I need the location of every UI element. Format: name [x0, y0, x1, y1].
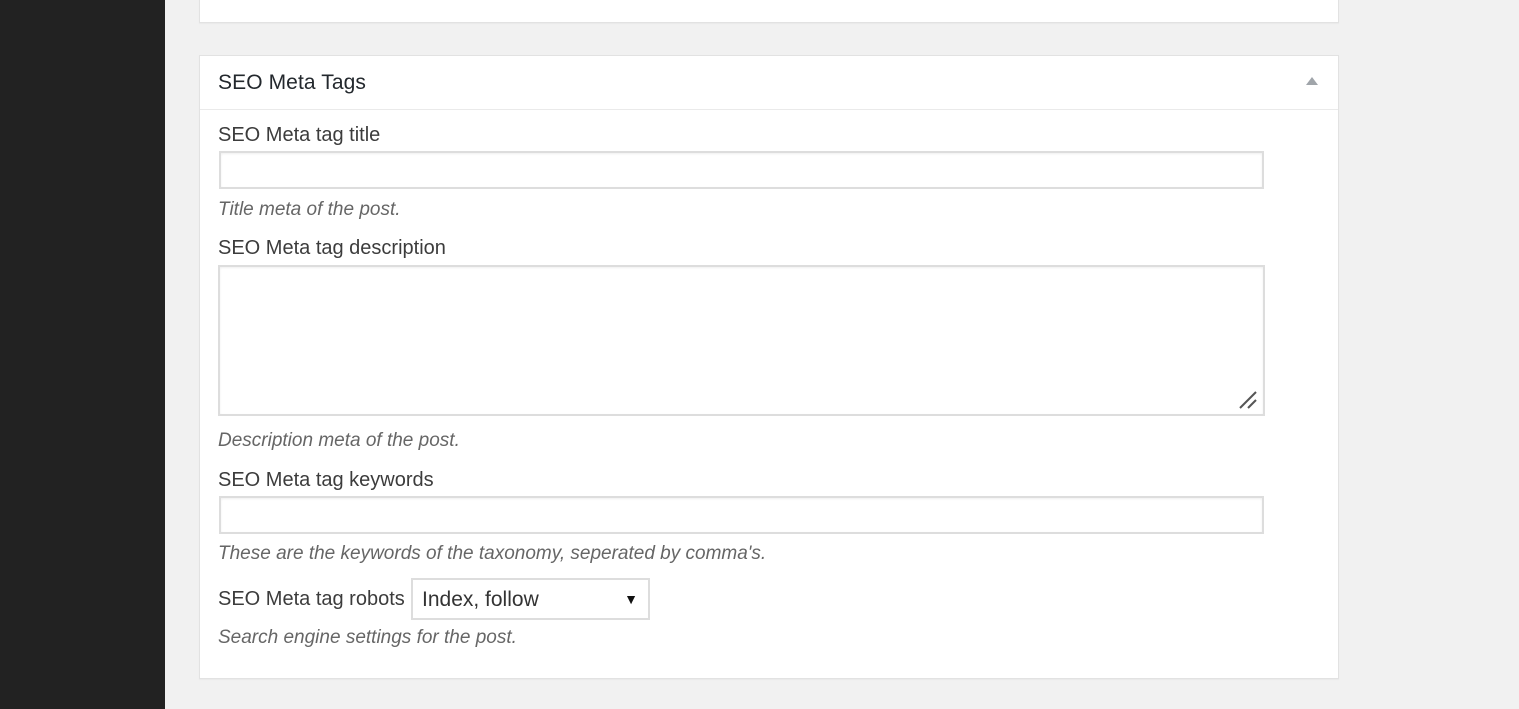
meta-robots-selected-value: Index, follow [422, 588, 539, 611]
metabox-header[interactable]: SEO Meta Tags [200, 56, 1338, 110]
seo-meta-tags-metabox: SEO Meta Tags SEO Meta tag title Title m… [199, 55, 1339, 679]
meta-keywords-label: SEO Meta tag keywords [218, 469, 434, 491]
meta-robots-select[interactable]: Index, follow ▼ [411, 578, 650, 620]
collapse-toggle-icon[interactable] [1306, 77, 1318, 85]
meta-description-help: Description meta of the post. [218, 430, 460, 451]
previous-metabox [199, 0, 1339, 23]
meta-title-input[interactable] [219, 151, 1264, 189]
meta-description-textarea[interactable] [218, 265, 1265, 416]
meta-keywords-help: These are the keywords of the taxonomy, … [218, 543, 767, 564]
meta-title-help: Title meta of the post. [218, 199, 401, 220]
meta-description-label: SEO Meta tag description [218, 237, 446, 259]
resize-handle-icon[interactable] [1237, 389, 1259, 411]
dropdown-arrow-icon: ▼ [624, 591, 638, 607]
metabox-title: SEO Meta Tags [218, 71, 366, 94]
admin-sidebar [0, 0, 165, 709]
meta-robots-help: Search engine settings for the post. [218, 627, 517, 648]
meta-title-label: SEO Meta tag title [218, 124, 381, 146]
meta-keywords-input[interactable] [219, 496, 1264, 534]
meta-robots-label: SEO Meta tag robots [218, 588, 405, 610]
